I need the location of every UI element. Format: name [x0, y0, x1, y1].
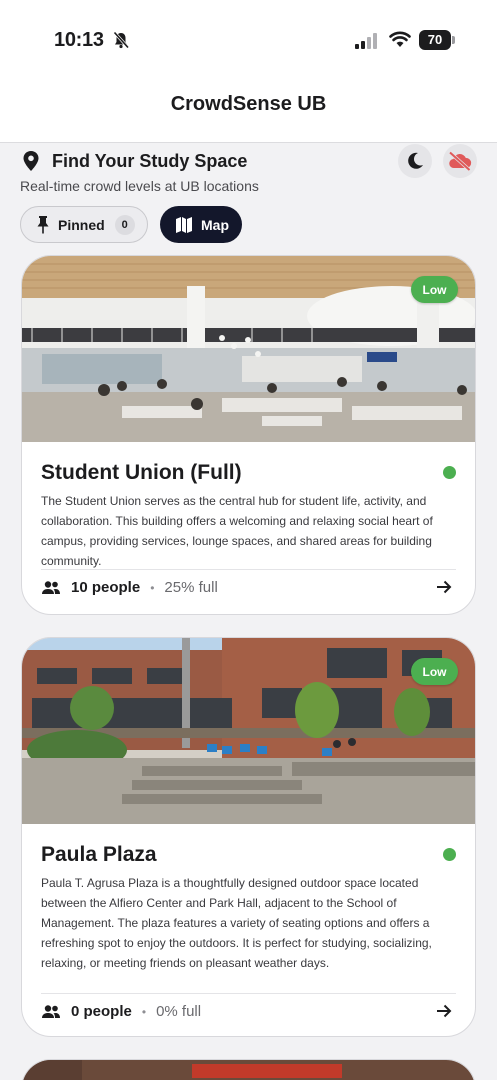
location-description: Paula T. Agrusa Plaza is a thoughtfully …	[41, 876, 432, 970]
people-icon	[42, 580, 60, 594]
location-card[interactable]: Low Paula Plaza Paula T. Agrusa Plaza is…	[21, 637, 476, 1037]
location-card[interactable]: Low Student Union (Full) The Student Uni…	[21, 255, 476, 615]
people-count: 0 people	[71, 1003, 132, 1020]
map-button[interactable]: Map	[160, 206, 242, 243]
moon-icon	[408, 152, 423, 169]
status-dot	[443, 466, 456, 479]
map-icon	[176, 216, 192, 233]
battery-tip	[452, 36, 455, 44]
location-photo: Low	[22, 256, 475, 442]
location-name: Student Union (Full)	[41, 461, 242, 484]
page-heading: Find Your Study Space	[22, 150, 247, 172]
location-pin-icon	[23, 151, 39, 171]
app-title: CrowdSense UB	[170, 93, 327, 115]
arrow-right-icon[interactable]	[436, 579, 452, 595]
page-subtitle: Real-time crowd levels at UB locations	[20, 178, 259, 194]
separator-dot: •	[150, 580, 155, 595]
separator-dot: •	[141, 1004, 147, 1019]
battery-icon: 70	[419, 30, 455, 50]
pushpin-icon	[37, 215, 49, 233]
location-name: Paula Plaza	[41, 843, 157, 866]
app-header: CrowdSense UB	[0, 80, 497, 143]
pinned-filter-button[interactable]: Pinned 0	[20, 206, 148, 243]
signal-icon	[355, 33, 377, 49]
fullness-percent: 0% full	[156, 1003, 202, 1020]
crowd-level-badge: Low	[411, 658, 458, 685]
card-body: Student Union (Full) The Student Union s…	[41, 461, 456, 571]
bell-slash-icon	[113, 31, 130, 49]
location-photo	[22, 1060, 475, 1080]
map-label: Map	[201, 216, 229, 233]
card-footer: 0 people • 0% full	[41, 993, 456, 1020]
fullness-percent: 25% full	[164, 579, 218, 596]
location-description: The Student Union serves as the central …	[41, 494, 433, 568]
cloud-off-icon	[448, 151, 472, 171]
people-icon	[42, 1004, 60, 1018]
crowd-level-badge: Low	[411, 276, 458, 303]
wifi-icon	[389, 31, 411, 47]
battery-level: 70	[419, 30, 451, 50]
page-title: Find Your Study Space	[52, 150, 248, 171]
card-body: Paula Plaza Paula T. Agrusa Plaza is a t…	[41, 843, 456, 973]
card-footer: 10 people • 25% full	[41, 569, 456, 596]
arrow-right-icon[interactable]	[436, 1003, 452, 1019]
pinned-label: Pinned	[58, 216, 105, 233]
location-card[interactable]	[21, 1059, 476, 1080]
location-photo: Low	[22, 638, 475, 824]
pinned-count-badge: 0	[114, 214, 135, 235]
dark-mode-button[interactable]	[398, 144, 432, 178]
status-dot	[443, 848, 456, 861]
status-time: 10:13	[54, 29, 104, 51]
people-count: 10 people	[71, 579, 141, 596]
offline-status-button[interactable]	[443, 144, 477, 178]
status-bar: 10:13 70	[0, 0, 497, 80]
